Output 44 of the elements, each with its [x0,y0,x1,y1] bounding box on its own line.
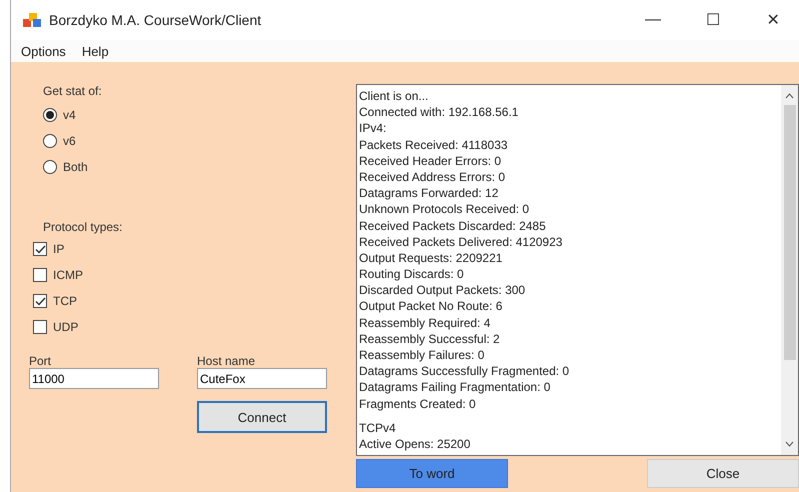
checkbox-label: UDP [53,320,78,334]
section-label: Protocol types: [43,220,124,234]
log-line: Datagrams Failing Fragmentation: 0 [359,379,552,396]
log-line: TCPv4 [359,420,397,436]
log-line: Unknown Protocols Received: 0 [359,201,530,218]
log-line: Connected with: 192.168.56.1 [359,104,520,120]
checkbox-label: TCP [53,294,77,308]
log-line: Received Packets Delivered: 4120923 [359,234,564,250]
log-line: Discarded Output Packets: 300 [359,282,526,298]
connect-button[interactable]: Connect [197,401,327,433]
log-line: Client is on... [359,88,430,104]
field-label: Host name [197,354,256,368]
window-control[interactable]: — [627,11,679,29]
window-control[interactable]: ✕ [747,10,799,30]
close-button[interactable]: Close [647,459,799,488]
log-line: Packets Received: 4118033 [359,136,509,153]
log-line: Reassembly Failures: 0 [359,347,486,364]
section-label: Get stat of: [43,84,103,98]
log-line: Received Header Errors: 0 [359,152,502,169]
checkbox-label: ICMP [53,268,83,282]
log-line: Routing Discards: 0 [359,266,465,282]
field-label: Port [29,354,52,368]
log-line: Received Packets Discarded: 2485 [359,218,547,234]
radio-label: v6 [63,134,76,148]
log-line: IPv4: [359,120,388,137]
menu-item[interactable]: Help [82,44,109,58]
log-line: Received Address Errors: 0 [359,168,506,186]
log-line: Fragments Created: 0 [359,396,477,412]
window-title: Borzdyko M.A. CourseWork/Client [49,12,262,28]
radio-label: Both [63,160,88,174]
log-line: Reassembly Required: 4 [359,314,492,331]
log-line: Output Packet No Route: 6 [359,298,504,315]
host-field[interactable]: CuteFox [197,368,327,389]
log-line: Datagrams Forwarded: 12 [359,185,500,202]
log-line: Active Opens: 25200 [359,436,472,452]
log-line: Datagrams Successfully Fragmented: 0 [359,363,570,380]
radio-label: v4 [63,108,76,122]
checkbox-label: IP [53,242,64,256]
menu-item[interactable]: Options [21,44,66,58]
window-control[interactable]: ☐ [687,10,739,30]
port-field[interactable]: 11000 [29,368,159,389]
log-line: Reassembly Successful: 2 [359,330,501,347]
log-line: Output Requests: 2209221 [359,250,504,266]
to-word-button[interactable]: To word [356,459,508,488]
